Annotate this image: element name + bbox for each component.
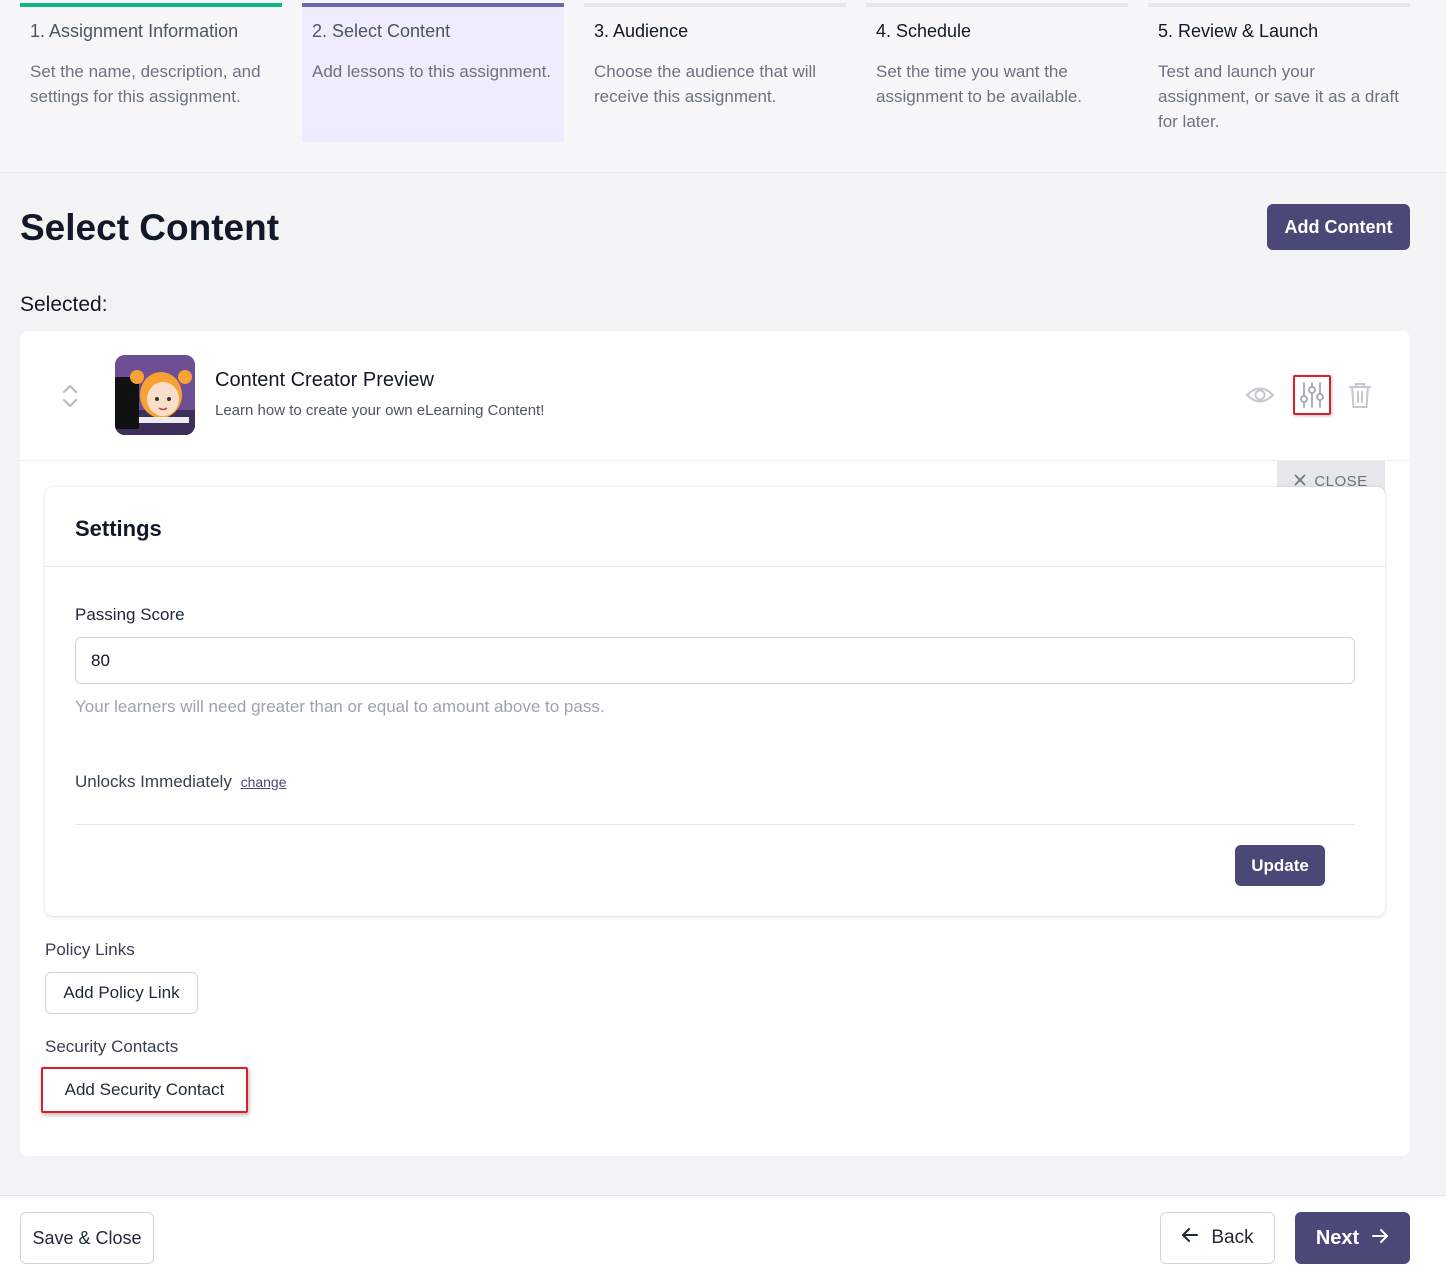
step-progress-bar [866, 3, 1128, 7]
settings-title: Settings [75, 516, 162, 541]
eye-icon[interactable] [1245, 380, 1275, 410]
step-review-launch[interactable]: 5. Review & Launch Test and launch your … [1148, 3, 1410, 142]
add-security-contact-button[interactable]: Add Security Contact [41, 1067, 248, 1113]
add-content-button[interactable]: Add Content [1267, 204, 1410, 250]
policy-links-label: Policy Links [45, 940, 135, 959]
step-title: 3. Audience [594, 21, 689, 41]
step-description: Choose the audience that will receive th… [594, 62, 817, 106]
step-schedule[interactable]: 4. Schedule Set the time you want the as… [866, 3, 1128, 142]
step-description: Set the time you want the assignment to … [876, 62, 1083, 106]
passing-score-label: Passing Score [75, 605, 185, 624]
content-description: Learn how to create your own eLearning C… [215, 402, 545, 419]
update-button[interactable]: Update [1235, 845, 1325, 886]
unlocks-setting: Unlocks Immediately change [75, 772, 287, 792]
step-progress-bar [1148, 3, 1410, 7]
step-description: Set the name, description, and settings … [30, 62, 261, 106]
step-assignment-information[interactable]: 1. Assignment Information Set the name, … [20, 3, 282, 142]
step-title: 4. Schedule [876, 21, 972, 41]
back-label: Back [1211, 1227, 1254, 1248]
arrow-right-icon [1371, 1227, 1389, 1250]
save-close-button[interactable]: Save & Close [20, 1212, 154, 1264]
footer-bar: Save & Close Back Next [0, 1195, 1446, 1272]
page-title: Select Content [20, 207, 280, 248]
step-progress-bar [20, 3, 282, 7]
step-select-content[interactable]: 2. Select Content Add lessons to this as… [302, 3, 564, 142]
step-audience[interactable]: 3. Audience Choose the audience that wil… [584, 3, 846, 142]
trash-icon[interactable] [1345, 380, 1375, 410]
security-contacts-label: Security Contacts [45, 1037, 179, 1056]
step-progress-bar [584, 3, 846, 7]
next-label: Next [1315, 1226, 1360, 1249]
selected-label: Selected: [20, 293, 108, 316]
step-title: 2. Select Content [312, 21, 451, 41]
drag-handle-icon[interactable] [60, 381, 80, 411]
step-title: 5. Review & Launch [1158, 21, 1319, 41]
change-unlock-link[interactable]: change [241, 774, 287, 790]
divider [75, 824, 1355, 825]
arrow-left-icon [1181, 1227, 1199, 1249]
step-title: 1. Assignment Information [30, 21, 239, 41]
content-thumbnail [115, 355, 195, 435]
content-title: Content Creator Preview [215, 369, 434, 391]
settings-header: Settings [45, 487, 1385, 567]
step-progress-bar [302, 3, 564, 7]
passing-score-input[interactable] [75, 637, 1355, 684]
add-policy-link-button[interactable]: Add Policy Link [45, 972, 198, 1014]
back-button[interactable]: Back [1160, 1212, 1275, 1264]
content-item: Content Creator Preview Learn how to cre… [20, 331, 1410, 461]
selected-content-card: Content Creator Preview Learn how to cre… [20, 331, 1410, 1156]
step-description: Test and launch your assignment, or save… [1158, 62, 1399, 131]
next-button[interactable]: Next [1295, 1212, 1410, 1264]
wizard-steps: 1. Assignment Information Set the name, … [0, 0, 1446, 173]
step-description: Add lessons to this assignment. [312, 62, 552, 81]
sliders-icon[interactable] [1293, 375, 1331, 415]
passing-score-help: Your learners will need greater than or … [75, 697, 605, 716]
settings-panel: Settings Passing Score Your learners wil… [45, 487, 1385, 916]
unlocks-label: Unlocks Immediately [75, 772, 232, 791]
